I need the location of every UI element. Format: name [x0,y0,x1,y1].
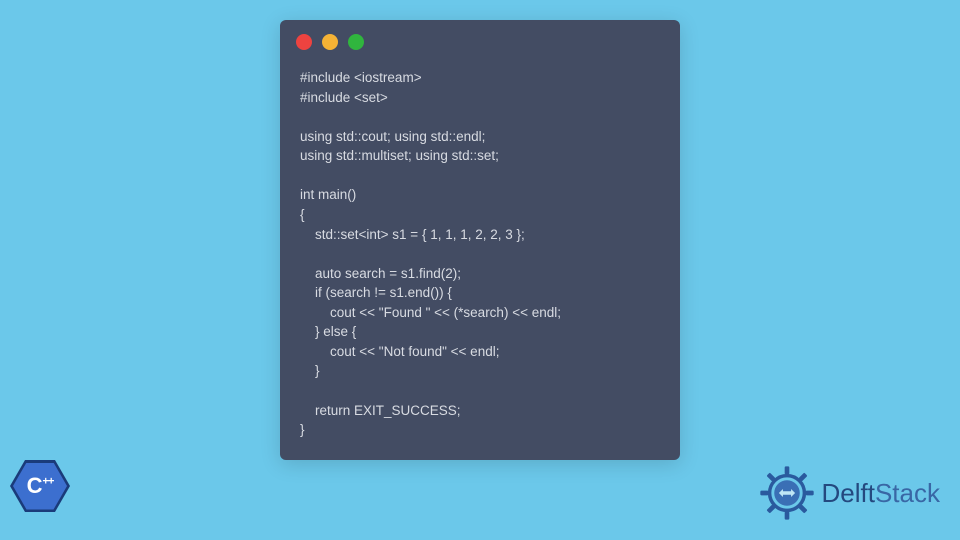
code-body: #include <iostream> #include <set> using… [280,58,680,460]
minimize-icon[interactable] [322,34,338,50]
window-titlebar [280,20,680,58]
cpp-logo-text: C++ [27,473,54,499]
code-window: #include <iostream> #include <set> using… [280,20,680,460]
close-icon[interactable] [296,34,312,50]
delftstack-gear-icon [758,464,816,522]
delftstack-text: DelftStack [822,478,941,509]
cpp-hexagon-icon: C++ [10,460,70,512]
maximize-icon[interactable] [348,34,364,50]
delftstack-logo: DelftStack [758,464,941,522]
cpp-logo: C++ [10,460,80,540]
